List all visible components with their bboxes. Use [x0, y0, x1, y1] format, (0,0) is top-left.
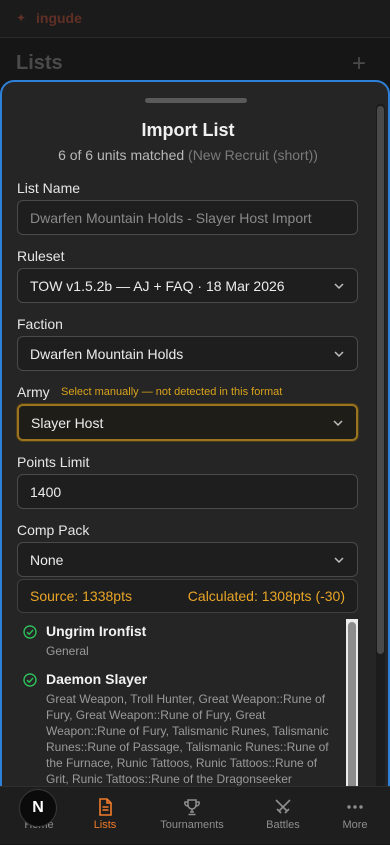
- import-list-sheet: Import List 6 of 6 units matched (New Re…: [0, 80, 390, 844]
- page-title: Lists: [16, 52, 63, 75]
- sheet-scrollbar[interactable]: [376, 104, 385, 794]
- unit-name: Daemon Slayer: [46, 671, 147, 687]
- check-circle-icon: [23, 673, 37, 687]
- document-icon: [95, 797, 115, 817]
- tab-label: Lists: [94, 819, 117, 831]
- unit-list-scrollbar-thumb[interactable]: [348, 622, 356, 802]
- army-value: Slayer Host: [31, 415, 103, 431]
- source-points: Source: 1338pts: [30, 588, 132, 604]
- sheet-drag-handle[interactable]: [145, 98, 247, 103]
- next-logo-icon[interactable]: N: [19, 789, 57, 827]
- comp-pack-value: None: [30, 552, 63, 568]
- unit-detail: General: [46, 643, 336, 659]
- tab-lists[interactable]: Lists: [66, 787, 144, 845]
- points-limit-value: 1400: [30, 484, 61, 500]
- list-name-label: List Name: [17, 180, 80, 196]
- sheet-scrollbar-thumb[interactable]: [377, 106, 384, 654]
- list-item: Ungrim Ironfist General: [23, 623, 343, 663]
- check-circle-icon: [23, 625, 37, 639]
- bottom-tab-bar: Home Lists Tournaments Battles More: [0, 786, 390, 844]
- points-summary: Source: 1338pts Calculated: 1308pts (-30…: [17, 579, 358, 613]
- comp-pack-label: Comp Pack: [17, 522, 89, 538]
- chevron-down-icon: [333, 554, 345, 566]
- ruleset-label: Ruleset: [17, 248, 64, 264]
- army-select[interactable]: Slayer Host: [17, 404, 358, 441]
- chevron-down-icon: [333, 348, 345, 360]
- tab-battles[interactable]: Battles: [244, 787, 322, 845]
- chevron-down-icon: [333, 280, 345, 292]
- unit-detail: Great Weapon, Troll Hunter, Great Weapon…: [46, 691, 336, 787]
- brand-name: ingude: [36, 10, 82, 26]
- sheet-title: Import List: [2, 120, 374, 141]
- tab-label: Tournaments: [160, 819, 224, 831]
- chevron-down-icon: [332, 417, 344, 429]
- army-label: Army: [17, 384, 50, 400]
- faction-select[interactable]: Dwarfen Mountain Holds: [17, 336, 358, 371]
- points-limit-field[interactable]: 1400: [17, 474, 358, 509]
- points-limit-label: Points Limit: [17, 454, 89, 470]
- crossed-swords-icon: [273, 797, 293, 817]
- comp-pack-select[interactable]: None: [17, 542, 358, 577]
- tab-label: Battles: [266, 819, 300, 831]
- faction-value: Dwarfen Mountain Holds: [30, 346, 183, 362]
- app-header: ✦ ingude: [0, 0, 390, 38]
- list-name-input[interactable]: [30, 210, 345, 226]
- match-count: 6 of 6 units matched: [58, 147, 184, 163]
- army-warning-note: Select manually — not detected in this f…: [61, 386, 282, 398]
- tab-label: More: [342, 819, 367, 831]
- match-summary: 6 of 6 units matched (New Recruit (short…: [2, 147, 374, 163]
- faction-label: Faction: [17, 316, 63, 332]
- tab-more[interactable]: More: [316, 787, 390, 845]
- brand-logo-icon: ✦: [16, 11, 30, 25]
- calculated-points: Calculated: 1308pts (-30): [188, 588, 345, 604]
- ellipsis-icon: [345, 797, 365, 817]
- list-name-field[interactable]: [17, 200, 358, 235]
- ruleset-value: TOW v1.5.2b — AJ + FAQ · 18 Mar 2026: [30, 278, 285, 294]
- plus-icon[interactable]: +: [352, 50, 366, 78]
- unit-name: Ungrim Ironfist: [46, 623, 146, 639]
- brand[interactable]: ✦ ingude: [16, 10, 82, 26]
- tab-tournaments[interactable]: Tournaments: [153, 787, 231, 845]
- trophy-icon: [182, 797, 202, 817]
- format-name: (New Recruit (short)): [188, 147, 318, 163]
- ruleset-select[interactable]: TOW v1.5.2b — AJ + FAQ · 18 Mar 2026: [17, 268, 358, 303]
